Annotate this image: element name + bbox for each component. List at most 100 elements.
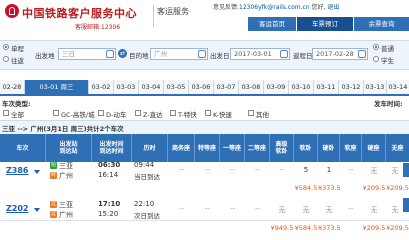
k-checkbox[interactable] [205,110,211,116]
passenger-normal-label: 普通 [381,45,394,53]
price-soft-sleeper: ¥584.5 [294,184,318,192]
date-tab[interactable]: 03-11 [314,80,339,94]
return-calendar-icon[interactable] [358,50,366,58]
seat-business: -- [178,166,185,174]
book-button[interactable] [403,163,409,177]
depart-calendar-icon[interactable] [280,50,288,58]
col-second-class: 二等座 [245,134,270,162]
price-no-seat: ¥209.5 [386,184,409,192]
pass-station-icon: 过 [50,211,57,218]
start-station-icon: 始 [50,162,57,169]
pass-station-icon: 过 [50,201,57,208]
seat-hard-sleeper: 无 [325,206,333,214]
logout-link[interactable]: 退出 [327,4,339,11]
feedback-label: 意见反馈: [213,4,240,11]
date-tab[interactable]: 03-06 [189,80,214,94]
depart-time: 17:10 [98,200,121,208]
nav-remaining-tickets[interactable]: 余票查询 [354,17,409,31]
expand-stops-icon[interactable] [34,170,40,174]
col-duration: 历时 [132,134,168,162]
nav-home[interactable]: 客运首页 [248,17,296,31]
price-deluxe-sleeper: ¥949.5 [270,224,294,232]
price-hard-seat: ¥209.5 [362,224,386,232]
result-summary: 三亚 --> 广州(3月1日 周三)共计2个车次 [2,125,124,133]
date-tab[interactable]: 03-03 [114,80,139,94]
price-hard-sleeper: ¥373.5 [318,184,341,192]
to-station-picker-icon[interactable] [198,50,206,58]
to-station: 广州 [59,211,73,219]
seat-hard-seat: 无 [370,167,378,175]
date-tab[interactable]: 03-14 [387,80,409,94]
price-soft-sleeper: ¥584.5 [294,224,318,232]
date-tab[interactable]: 03-12 [339,80,364,94]
return-date-label: 返程日 [293,52,313,60]
date-tab[interactable]: 02-28 [0,80,25,94]
seat-deluxe-sleeper: 无 [278,206,286,214]
price-no-seat: ¥209.5 [386,224,409,232]
book-button[interactable] [403,198,409,212]
date-tab[interactable]: 03-04 [139,80,164,94]
d-label: D-动车 [106,111,127,119]
round-trip-label: 往返 [11,57,24,65]
price-row [0,182,409,196]
from-station-picker-icon[interactable] [106,50,114,58]
col-soft-seat: 软座 [340,134,362,162]
swap-stations-icon[interactable]: ⇄ [118,49,127,58]
railway-logo-icon [5,4,19,18]
depart-date-label: 出发日 [210,52,230,60]
t-checkbox[interactable] [170,110,176,116]
duration-note: 当日到达 [134,173,160,181]
date-tab[interactable]: 03-07 [214,80,239,94]
welcome-text: 您好, [311,4,326,11]
col-times: 出发时间 到达时间 [92,134,132,162]
other-checkbox[interactable] [248,110,254,116]
seat-hard-seat: 无 [370,206,378,214]
date-tab-active[interactable]: 03-01 周三 [25,80,89,94]
date-tab[interactable]: 03-05 [164,80,189,94]
seat-soft-sleeper: 无 [302,206,310,214]
passenger-student-label: 学生 [381,57,394,65]
k-label: K-快速 [213,111,232,119]
col-business: 商务座 [168,134,195,162]
feedback-email-link[interactable]: 12306yfk@rails.com.cn [239,4,310,11]
train-type-label: 车次类型: [2,100,31,108]
arrive-time: 16:14 [98,171,119,179]
arrive-time: 15:20 [98,210,119,218]
z-label: Z-直达 [143,111,163,119]
seat-hard-sleeper: 1 [326,166,332,174]
nav-ticket-booking[interactable]: 车票预订 [297,17,353,31]
date-tab[interactable]: 03-10 [289,80,314,94]
gc-label: GC-高铁/城 [61,111,95,119]
seat-premium: -- [204,205,211,213]
depart-time: 06:30 [98,161,121,169]
to-station: 广州 [59,172,73,180]
single-trip-radio[interactable] [3,44,9,50]
passenger-normal-radio[interactable] [373,44,379,50]
date-tab[interactable]: 03-08 [239,80,264,94]
col-no-seat: 无座 [391,144,404,152]
train-number-link[interactable]: Z386 [6,166,29,175]
round-trip-radio[interactable] [3,56,9,62]
date-tab[interactable]: 03-13 [364,80,387,94]
gc-checkbox[interactable] [53,110,59,116]
t-label: T-特快 [178,111,197,119]
date-tab[interactable]: 03-02 [89,80,114,94]
expand-stops-icon[interactable] [34,208,40,212]
to-label: 目的地 [129,52,149,60]
duration-note: 次日到达 [134,212,160,220]
seat-business: -- [178,205,185,213]
price-row [0,221,409,235]
z-checkbox[interactable] [135,110,141,116]
top-links: 意见反馈:12306yfk@rails.com.cn 您好, 退出 [213,2,339,11]
service-email: 客服邮箱:12306 [75,24,121,31]
seat-soft-sleeper: 5 [303,166,309,174]
all-types-checkbox[interactable] [3,110,9,116]
passenger-student-radio[interactable] [373,56,379,62]
date-tab-strip: 02-28 03-01 周三 03-02 03-03 03-04 03-05 0… [0,80,409,96]
single-trip-label: 单程 [11,45,24,53]
train-number-link[interactable]: Z202 [6,204,29,213]
d-checkbox[interactable] [98,110,104,116]
logo-divider [153,5,154,27]
date-tab[interactable]: 03-09 [264,80,289,94]
seat-first: -- [229,205,236,213]
